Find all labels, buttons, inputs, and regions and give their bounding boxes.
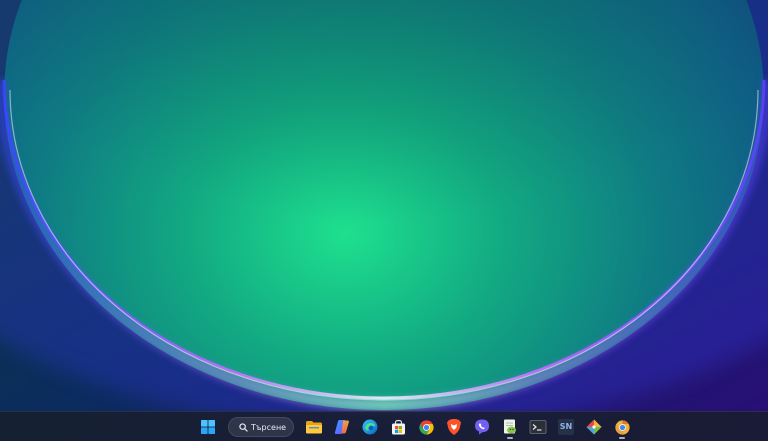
taskbar-copilot[interactable]: [330, 415, 354, 439]
taskbar-google-chrome[interactable]: [414, 415, 438, 439]
folder-icon: [306, 421, 322, 434]
taskbar-search-box[interactable]: Търсене: [228, 417, 294, 437]
taskbar-terminal[interactable]: [526, 415, 550, 439]
terminal-icon: [529, 420, 547, 434]
git-icon: [586, 419, 602, 435]
taskbar-apps: Търсене SN: [196, 412, 634, 441]
taskbar-viber[interactable]: [470, 415, 494, 439]
search-icon: [239, 422, 248, 432]
taskbar-microsoft-store[interactable]: [386, 415, 410, 439]
taskbar-file-explorer[interactable]: [302, 415, 326, 439]
running-indicator: [619, 437, 625, 439]
taskbar: Търсене SN: [0, 411, 768, 441]
viber-icon: [475, 419, 489, 435]
taskbar-chrome-canary[interactable]: [610, 415, 634, 439]
chrome-icon: [418, 419, 434, 435]
notepad-plus-plus-icon: [504, 419, 516, 434]
start-button[interactable]: [196, 415, 220, 439]
search-placeholder: Търсене: [251, 422, 287, 432]
taskbar-microsoft-edge[interactable]: [358, 415, 382, 439]
taskbar-sn-app[interactable]: SN: [554, 415, 578, 439]
taskbar-brave-browser[interactable]: [442, 415, 466, 439]
windows-start-icon: [201, 420, 215, 434]
running-indicator: [507, 437, 513, 439]
chrome-canary-icon: [614, 419, 630, 435]
store-icon: [391, 419, 405, 434]
desktop[interactable]: Търсене SN: [0, 0, 768, 441]
desktop-wallpaper: [0, 0, 768, 441]
taskbar-notepad-plus-plus[interactable]: [498, 415, 522, 439]
sn-label: SN: [559, 422, 573, 431]
taskbar-git-tool[interactable]: [582, 415, 606, 439]
edge-icon: [362, 419, 378, 435]
brave-icon: [447, 419, 461, 435]
copilot-icon: [334, 420, 349, 434]
